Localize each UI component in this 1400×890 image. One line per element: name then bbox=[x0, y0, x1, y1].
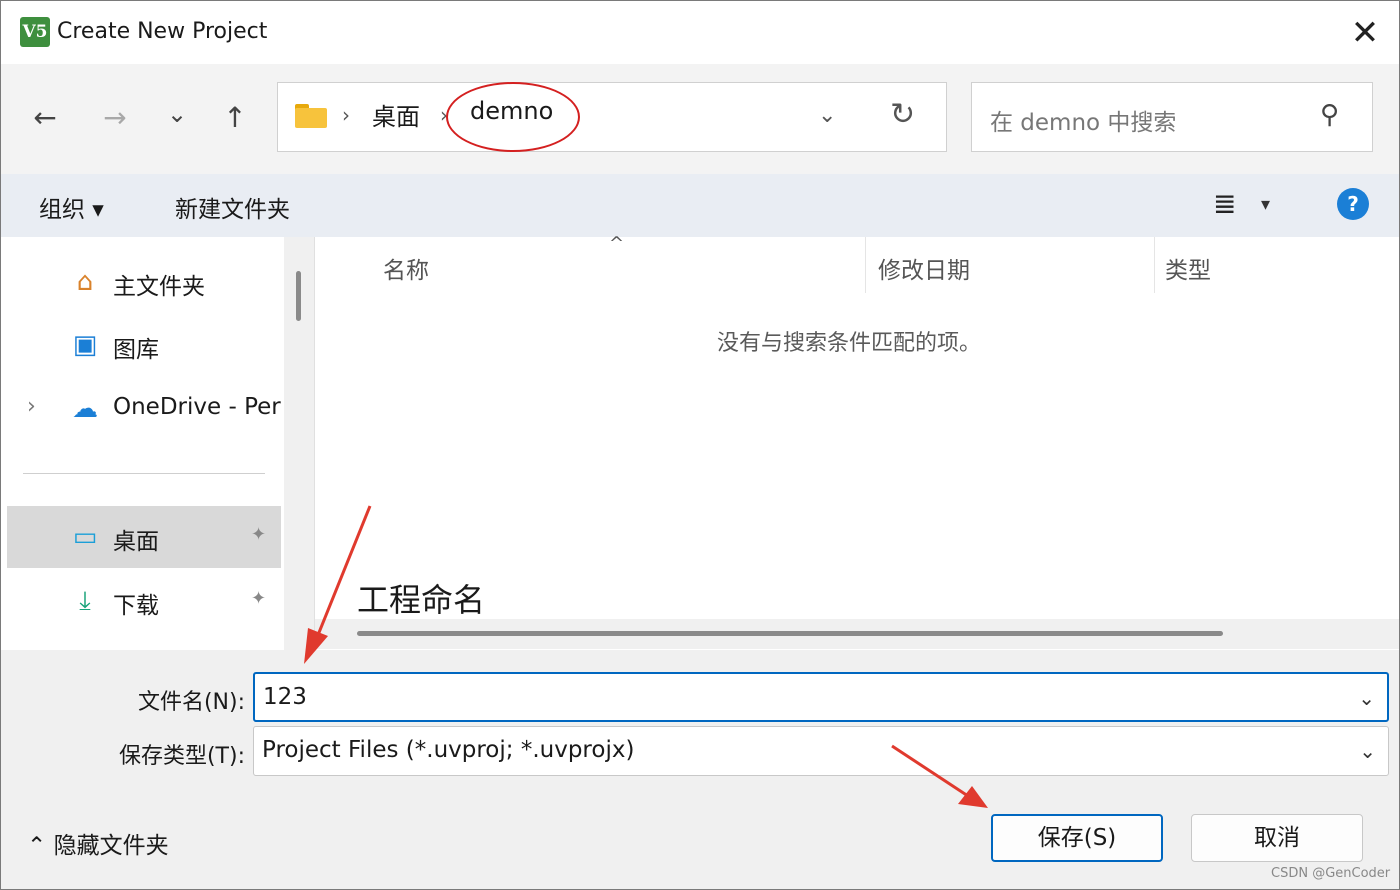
address-bar[interactable]: › 桌面 › demno ⌄ ↻ bbox=[277, 82, 947, 152]
gallery-icon: ▣ bbox=[72, 330, 98, 360]
forward-button[interactable]: → bbox=[95, 98, 135, 138]
scrollbar-thumb[interactable] bbox=[357, 631, 1223, 636]
organize-menu[interactable]: 组织 ▾ bbox=[39, 190, 104, 224]
search-placeholder: 在 demno 中搜索 bbox=[990, 110, 1177, 136]
chevron-down-icon[interactable]: ⌄ bbox=[1359, 739, 1376, 763]
save-form-panel: 文件名(N): 123 ⌄ 保存类型(T): Project Files (*.… bbox=[0, 650, 1400, 890]
column-header-type[interactable]: 类型 bbox=[1155, 237, 1399, 293]
keil-app-icon: V5 bbox=[20, 17, 50, 47]
column-label: 名称 bbox=[383, 258, 429, 284]
save-button[interactable]: 保存(S) bbox=[991, 814, 1163, 862]
expand-chevron-icon[interactable]: › bbox=[27, 394, 36, 419]
onedrive-cloud-icon: ☁ bbox=[72, 394, 98, 424]
file-list-pane: ^ 名称 修改日期 类型 没有与搜索条件匹配的项。 工程命名 bbox=[314, 233, 1400, 650]
scrollbar-thumb[interactable] bbox=[296, 271, 301, 321]
address-dropdown-icon[interactable]: ⌄ bbox=[818, 103, 836, 128]
pin-icon[interactable]: ✦ bbox=[251, 588, 266, 609]
navigation-pane: ⌂ 主文件夹 ▣ 图库 › ☁ OneDrive - Personal ▭ 桌面… bbox=[0, 237, 284, 650]
sidebar-item-desktop[interactable]: ▭ 桌面 ✦ bbox=[7, 506, 281, 568]
sidebar-scrollbar[interactable] bbox=[284, 237, 314, 650]
sidebar-item-home[interactable]: ⌂ 主文件夹 bbox=[7, 251, 281, 313]
window-title: Create New Project bbox=[57, 19, 268, 44]
filename-label: 文件名(N): bbox=[137, 690, 245, 715]
sidebar-divider bbox=[23, 473, 265, 474]
command-toolbar: 组织 ▾ 新建文件夹 ≣ ▾ ? bbox=[0, 174, 1400, 237]
sidebar-item-onedrive[interactable]: › ☁ OneDrive - Personal bbox=[7, 378, 281, 440]
column-header-name[interactable]: ^ 名称 bbox=[315, 233, 866, 293]
sidebar-item-label: 图库 bbox=[113, 337, 159, 363]
desktop-icon: ▭ bbox=[72, 522, 98, 552]
close-button[interactable]: ✕ bbox=[1341, 11, 1389, 55]
back-button[interactable]: ← bbox=[25, 98, 65, 138]
title-bar: V5 Create New Project ✕ bbox=[0, 0, 1400, 64]
breadcrumb-separator: › bbox=[342, 103, 350, 127]
navigation-bar: ← → ⌄ ↑ › 桌面 › demno ⌄ ↻ 在 demno 中搜索 ⚲ bbox=[0, 64, 1400, 174]
sidebar-item-label: 桌面 bbox=[113, 529, 159, 555]
hide-folders-toggle[interactable]: ⌃ 隐藏文件夹 bbox=[27, 826, 169, 860]
view-options-icon[interactable]: ≣ bbox=[1213, 187, 1236, 220]
sidebar-item-gallery[interactable]: ▣ 图库 bbox=[7, 314, 281, 376]
annotation-label: 工程命名 bbox=[357, 581, 486, 619]
refresh-icon[interactable]: ↻ bbox=[890, 97, 915, 132]
folder-icon bbox=[295, 104, 327, 128]
sidebar-item-downloads[interactable]: ⤓ 下载 ✦ bbox=[7, 570, 281, 632]
filetype-select[interactable]: Project Files (*.uvproj; *.uvprojx) ⌄ bbox=[253, 726, 1389, 776]
up-button[interactable]: ↑ bbox=[215, 98, 255, 138]
column-header-date[interactable]: 修改日期 bbox=[866, 237, 1155, 293]
recent-locations-button[interactable]: ⌄ bbox=[157, 94, 197, 134]
pin-icon[interactable]: ✦ bbox=[251, 524, 266, 545]
column-label: 类型 bbox=[1165, 258, 1211, 284]
empty-result-message: 没有与搜索条件匹配的项。 bbox=[717, 331, 982, 356]
breadcrumb-desktop[interactable]: 桌面 bbox=[372, 97, 420, 132]
cancel-button[interactable]: 取消 bbox=[1191, 814, 1363, 862]
sort-ascending-icon: ^ bbox=[609, 233, 625, 254]
search-icon[interactable]: ⚲ bbox=[1320, 100, 1339, 130]
sidebar-item-label: 下载 bbox=[113, 593, 159, 619]
sidebar-item-label: OneDrive - Personal bbox=[113, 394, 281, 420]
download-icon: ⤓ bbox=[79, 586, 91, 616]
horizontal-scrollbar[interactable] bbox=[315, 619, 1399, 649]
filename-value: 123 bbox=[263, 684, 307, 710]
home-icon: ⌂ bbox=[76, 267, 94, 297]
filetype-label: 保存类型(T): bbox=[118, 744, 245, 769]
annotation-ellipse bbox=[446, 82, 580, 152]
watermark: CSDN @GenCoder bbox=[1271, 866, 1391, 881]
chevron-down-icon[interactable]: ⌄ bbox=[1358, 686, 1375, 710]
view-dropdown-icon[interactable]: ▾ bbox=[1261, 194, 1270, 215]
search-box[interactable]: 在 demno 中搜索 ⚲ bbox=[971, 82, 1373, 152]
column-label: 修改日期 bbox=[878, 258, 970, 284]
filename-input[interactable]: 123 ⌄ bbox=[253, 672, 1389, 722]
sidebar-item-label: 主文件夹 bbox=[113, 274, 205, 300]
help-icon[interactable]: ? bbox=[1337, 188, 1369, 220]
filetype-value: Project Files (*.uvproj; *.uvprojx) bbox=[262, 737, 635, 763]
new-folder-button[interactable]: 新建文件夹 bbox=[175, 190, 290, 224]
